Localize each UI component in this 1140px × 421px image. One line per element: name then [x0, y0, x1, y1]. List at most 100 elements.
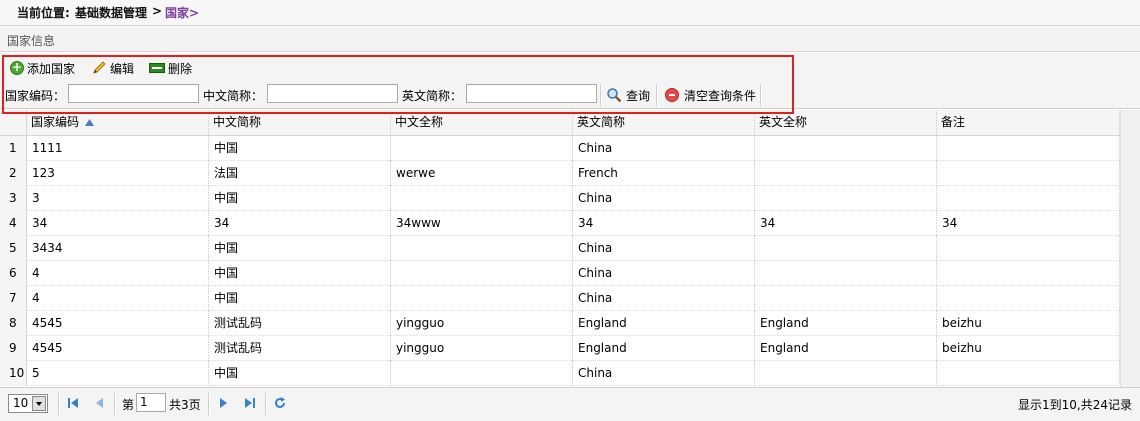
cell-remark: beizhu	[937, 336, 1120, 361]
toolbar-separator	[600, 84, 602, 106]
cell-cn-full: werwe	[391, 161, 573, 186]
last-page-icon[interactable]	[243, 396, 257, 410]
col-header-en-short[interactable]: 英文简称	[573, 110, 755, 135]
sort-asc-icon	[84, 119, 94, 126]
row-number: 1	[0, 136, 27, 161]
cell-cn-full: yingguo	[391, 336, 573, 361]
cell-remark	[937, 361, 1120, 386]
cn-short-input[interactable]	[267, 84, 398, 103]
table-row[interactable]: 5 3434 中国 China	[0, 236, 1120, 261]
pagination-bar: 10 第 1 共3页 显示1到10,共24记录	[0, 387, 1140, 421]
cell-en-full	[755, 361, 937, 386]
cell-country-code: 5	[27, 361, 209, 386]
cell-country-code: 4	[27, 261, 209, 286]
cell-en-full	[755, 286, 937, 311]
cell-en-full	[755, 136, 937, 161]
cell-en-short: French	[573, 161, 755, 186]
next-page-icon[interactable]	[217, 396, 231, 410]
delete-icon	[149, 63, 165, 73]
breadcrumb-section[interactable]: 基础数据管理	[75, 4, 147, 21]
clear-query-button[interactable]: 清空查询条件	[665, 84, 756, 106]
row-number: 4	[0, 211, 27, 236]
toolbar-separator	[760, 84, 762, 106]
cell-remark: 34	[937, 211, 1120, 236]
row-number: 8	[0, 311, 27, 336]
edit-label: 编辑	[110, 61, 135, 76]
delete-button[interactable]: 删除	[149, 60, 192, 76]
table-row[interactable]: 4 34 34 34www 34 34 34	[0, 211, 1120, 236]
cell-country-code: 34	[27, 211, 209, 236]
page-size-value: 10	[13, 396, 29, 410]
cell-en-short: China	[573, 286, 755, 311]
cell-country-code: 123	[27, 161, 209, 186]
col-header-country-code[interactable]: 国家编码	[27, 110, 209, 135]
country-code-label: 国家编码：	[5, 89, 66, 103]
col-header-cn-short[interactable]: 中文简称	[209, 110, 391, 135]
cell-country-code: 1111	[27, 136, 209, 161]
cell-en-short: 34	[573, 211, 755, 236]
cell-country-code: 3	[27, 186, 209, 211]
prev-page-icon[interactable]	[92, 396, 106, 410]
cell-remark	[937, 261, 1120, 286]
cell-en-short: China	[573, 261, 755, 286]
cell-cn-short: 法国	[209, 161, 391, 186]
magnifier-icon	[607, 88, 622, 103]
vertical-scrollbar[interactable]	[1120, 110, 1140, 387]
cell-country-code: 4545	[27, 311, 209, 336]
page-size-select[interactable]: 10	[8, 394, 48, 413]
row-number-header	[0, 110, 27, 135]
cell-cn-full	[391, 261, 573, 286]
cell-cn-full	[391, 236, 573, 261]
cell-remark	[937, 136, 1120, 161]
row-number: 3	[0, 186, 27, 211]
cell-remark	[937, 161, 1120, 186]
panel-title: 国家信息	[7, 34, 56, 48]
table-row[interactable]: 6 4 中国 China	[0, 261, 1120, 286]
pager-separator	[265, 393, 267, 415]
cell-cn-short: 中国	[209, 261, 391, 286]
table-row[interactable]: 2 123 法国 werwe French	[0, 161, 1120, 186]
cell-en-short: China	[573, 236, 755, 261]
cell-remark	[937, 186, 1120, 211]
table-row[interactable]: 9 4545 测试乱码 yingguo England England beizhu	[0, 336, 1120, 361]
table-row[interactable]: 8 4545 测试乱码 yingguo England England beizhu	[0, 311, 1120, 336]
breadcrumb: 当前位置: 基础数据管理 > 国家>	[0, 0, 1140, 26]
table-row[interactable]: 7 4 中国 China	[0, 286, 1120, 311]
cell-cn-short: 测试乱码	[209, 336, 391, 361]
cell-cn-full	[391, 136, 573, 161]
row-number: 10	[0, 361, 27, 386]
cell-en-short: China	[573, 136, 755, 161]
en-short-input[interactable]	[466, 84, 597, 103]
table-row[interactable]: 10 5 中国 China	[0, 361, 1120, 386]
add-country-button[interactable]: + 添加国家	[10, 60, 75, 76]
col-header-en-full[interactable]: 英文全称	[755, 110, 937, 135]
cell-cn-short: 中国	[209, 236, 391, 261]
cell-cn-short: 34	[209, 211, 391, 236]
refresh-icon[interactable]	[273, 396, 287, 410]
table-row[interactable]: 1 1111 中国 China	[0, 136, 1120, 161]
cell-en-full	[755, 236, 937, 261]
toolbar: + 添加国家 编辑 删除 国家编码： 中文简称： 英文简称： 查询 清空查询条件	[0, 53, 1140, 109]
cell-remark	[937, 286, 1120, 311]
pager-separator	[114, 393, 116, 415]
cell-en-full	[755, 161, 937, 186]
query-label: 查询	[626, 88, 651, 103]
edit-button[interactable]: 编辑	[91, 60, 134, 76]
cn-short-label: 中文简称：	[203, 89, 264, 103]
cell-cn-short: 中国	[209, 136, 391, 161]
cell-remark	[937, 236, 1120, 261]
breadcrumb-separator: >	[152, 4, 163, 18]
cell-cn-short: 中国	[209, 186, 391, 211]
col-header-cn-full[interactable]: 中文全称	[391, 110, 573, 135]
query-button[interactable]: 查询	[606, 84, 650, 106]
col-header-remark[interactable]: 备注	[937, 110, 1120, 135]
page-total: 共3页	[169, 398, 201, 412]
cell-cn-short: 中国	[209, 361, 391, 386]
table-row[interactable]: 3 3 中国 China	[0, 186, 1120, 211]
first-page-icon[interactable]	[66, 396, 80, 410]
pager-separator	[58, 393, 60, 415]
minus-circle-icon	[665, 88, 679, 102]
country-code-input[interactable]	[68, 84, 199, 103]
page-number-input[interactable]: 1	[136, 393, 166, 412]
cell-en-full	[755, 186, 937, 211]
